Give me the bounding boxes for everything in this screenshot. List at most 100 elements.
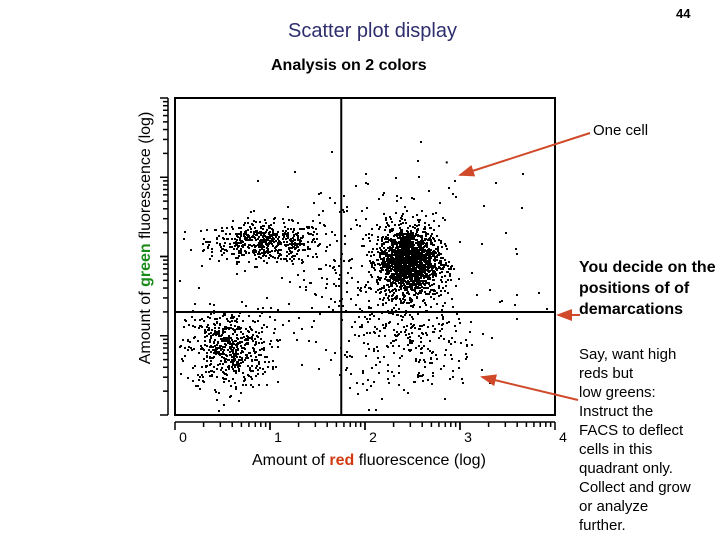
- data-point: [385, 276, 387, 278]
- data-point: [385, 266, 387, 268]
- data-point: [198, 287, 200, 289]
- data-point: [210, 337, 212, 339]
- data-point: [225, 373, 227, 375]
- data-point: [255, 221, 257, 223]
- data-point: [427, 262, 429, 264]
- data-point: [387, 234, 389, 236]
- data-point: [189, 341, 191, 343]
- data-point: [252, 334, 254, 336]
- data-point: [362, 372, 364, 374]
- data-point: [401, 271, 403, 273]
- data-point: [385, 226, 387, 228]
- data-point: [249, 239, 251, 241]
- data-point: [469, 331, 471, 333]
- data-point: [363, 334, 365, 336]
- data-point: [251, 365, 253, 367]
- data-point: [410, 305, 412, 307]
- data-point: [382, 299, 384, 301]
- data-point: [391, 230, 393, 232]
- data-point: [298, 317, 300, 319]
- data-point: [410, 269, 412, 271]
- data-point: [349, 259, 351, 261]
- data-point: [406, 253, 408, 255]
- data-point: [385, 241, 387, 243]
- data-point: [280, 258, 282, 260]
- data-point: [223, 357, 225, 359]
- data-point: [312, 220, 314, 222]
- data-point: [489, 289, 491, 291]
- data-point: [425, 304, 427, 306]
- data-point: [269, 251, 271, 253]
- data-point: [301, 259, 303, 261]
- data-point: [270, 340, 272, 342]
- data-point: [379, 254, 381, 256]
- data-point: [432, 213, 434, 215]
- data-point: [237, 353, 239, 355]
- data-point: [410, 323, 412, 325]
- data-point: [232, 349, 234, 351]
- data-point: [392, 289, 394, 291]
- data-point: [481, 243, 483, 245]
- data-point: [222, 248, 224, 250]
- data-point: [395, 268, 397, 270]
- data-point: [344, 243, 346, 245]
- data-point: [516, 294, 518, 296]
- data-point: [399, 298, 401, 300]
- data-point: [415, 260, 417, 262]
- data-point: [187, 377, 189, 379]
- data-point: [218, 327, 220, 329]
- data-point: [215, 334, 217, 336]
- data-point: [406, 235, 408, 237]
- data-point: [439, 330, 441, 332]
- data-point: [406, 245, 408, 247]
- data-point: [258, 236, 260, 238]
- data-point: [417, 376, 419, 378]
- data-point: [394, 251, 396, 253]
- data-point: [400, 242, 402, 244]
- data-point: [390, 282, 392, 284]
- data-point: [286, 260, 288, 262]
- data-point: [516, 318, 518, 320]
- data-point: [228, 359, 230, 361]
- data-point: [256, 266, 258, 268]
- data-point: [418, 345, 420, 347]
- data-point: [362, 370, 364, 372]
- data-point: [240, 227, 242, 229]
- data-point: [383, 247, 385, 249]
- data-point: [430, 289, 432, 291]
- data-point: [415, 264, 417, 266]
- data-point: [394, 234, 396, 236]
- data-point: [225, 358, 227, 360]
- data-point: [419, 219, 421, 221]
- data-point: [218, 235, 220, 237]
- data-point: [227, 342, 229, 344]
- data-point: [237, 366, 239, 368]
- data-point: [311, 226, 313, 228]
- data-point: [258, 332, 260, 334]
- data-point: [351, 258, 353, 260]
- data-point: [209, 364, 211, 366]
- data-point: [418, 372, 420, 374]
- data-point: [389, 216, 391, 218]
- data-point: [407, 227, 409, 229]
- data-point: [366, 332, 368, 334]
- data-point: [444, 290, 446, 292]
- data-point: [229, 246, 231, 248]
- data-point: [313, 320, 315, 322]
- data-point: [395, 298, 397, 300]
- data-point: [277, 346, 279, 348]
- data-point: [419, 282, 421, 284]
- data-point: [277, 381, 279, 383]
- data-point: [402, 294, 404, 296]
- data-point: [405, 334, 407, 336]
- data-point: [386, 222, 388, 224]
- data-point: [226, 258, 228, 260]
- data-point: [382, 324, 384, 326]
- data-point: [418, 224, 420, 226]
- data-point: [432, 372, 434, 374]
- data-point: [262, 373, 264, 375]
- data-point: [428, 224, 430, 226]
- data-point: [394, 266, 396, 268]
- data-point: [367, 343, 369, 345]
- data-point: [408, 271, 410, 273]
